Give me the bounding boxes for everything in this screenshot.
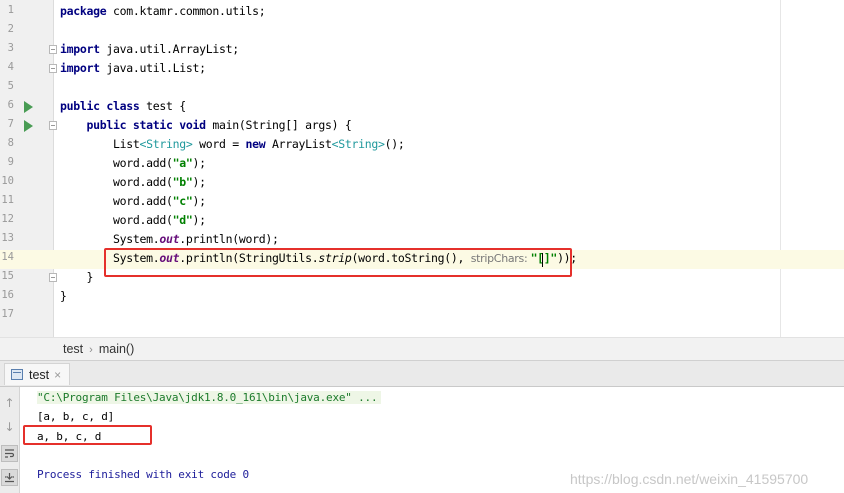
breadcrumb-bar: test › main() <box>0 337 844 361</box>
run-icon[interactable] <box>24 101 33 113</box>
breadcrumb-separator: › <box>89 344 93 356</box>
code-line[interactable]: 16} <box>0 288 844 307</box>
run-icon[interactable] <box>24 120 33 132</box>
code-text: } <box>60 270 94 284</box>
output-highlight-box <box>23 425 152 445</box>
line-number: 4 <box>7 61 14 73</box>
fold-icon[interactable] <box>49 45 57 54</box>
fold-icon[interactable] <box>49 64 57 73</box>
code-line[interactable]: 3 import java.util.ArrayList; <box>0 41 844 60</box>
run-tool-window-header: test × <box>0 361 844 387</box>
code-text: List<String> word = new ArrayList<String… <box>60 137 405 151</box>
line-number: 14 <box>1 251 14 263</box>
line-number: 12 <box>1 213 14 225</box>
code-highlight-box <box>104 248 572 277</box>
breadcrumb-item-method[interactable]: main() <box>99 342 134 356</box>
code-line[interactable]: 17 <box>0 307 844 326</box>
code-line[interactable]: 10 word.add("b"); <box>0 174 844 193</box>
watermark-text: https://blog.csdn.net/weixin_41595700 <box>570 471 809 487</box>
code-line[interactable]: 6 public class test { <box>0 98 844 117</box>
line-number: 16 <box>1 289 14 301</box>
code-line[interactable]: 5 <box>0 79 844 98</box>
code-text: package com.ktamr.common.utils; <box>60 4 266 18</box>
fold-icon[interactable] <box>49 273 57 282</box>
line-number: 17 <box>1 308 14 320</box>
run-toolbar: ↑ ↓ <box>0 387 20 493</box>
code-text: System.out.println(word); <box>60 232 279 246</box>
code-text: public class test { <box>60 99 186 113</box>
scroll-to-end-glyph <box>5 473 14 483</box>
scroll-to-end-icon[interactable] <box>1 469 18 486</box>
line-number: 9 <box>7 156 14 168</box>
code-line[interactable]: 11 word.add("c"); <box>0 193 844 212</box>
line-number: 1 <box>7 4 14 16</box>
line-number: 8 <box>7 137 14 149</box>
console-output-line: [a, b, c, d] <box>37 410 115 423</box>
run-tab[interactable]: test × <box>4 363 71 385</box>
line-number: 11 <box>1 194 14 206</box>
fold-icon[interactable] <box>49 121 57 130</box>
arrow-up-icon[interactable]: ↑ <box>1 394 18 411</box>
code-text: word.add("a"); <box>60 156 206 170</box>
line-number: 13 <box>1 232 14 244</box>
close-icon[interactable]: × <box>54 368 61 382</box>
code-text: word.add("b"); <box>60 175 206 189</box>
code-line[interactable]: 9 word.add("a"); <box>0 155 844 174</box>
code-text: word.add("d"); <box>60 213 206 227</box>
line-number: 3 <box>7 42 14 54</box>
console-icon <box>11 369 23 380</box>
line-number: 5 <box>7 80 14 92</box>
code-text: import java.util.ArrayList; <box>60 42 239 56</box>
code-line[interactable]: 4 import java.util.List; <box>0 60 844 79</box>
code-line[interactable]: 2 <box>0 22 844 41</box>
console-exit-message: Process finished with exit code 0 <box>37 468 249 481</box>
code-text: } <box>60 289 67 303</box>
code-text: import java.util.List; <box>60 61 206 75</box>
text-caret <box>542 253 543 267</box>
code-text: word.add("c"); <box>60 194 206 208</box>
breadcrumb: test › main() <box>63 342 134 356</box>
code-line[interactable]: 8 List<String> word = new ArrayList<Stri… <box>0 136 844 155</box>
code-text: public static void main(String[] args) { <box>86 118 352 132</box>
line-number: 2 <box>7 23 14 35</box>
line-number: 15 <box>1 270 14 282</box>
arrow-down-icon[interactable]: ↓ <box>1 418 18 435</box>
code-line[interactable]: 7 public static void main(String[] args)… <box>0 117 844 136</box>
code-line[interactable]: 12 word.add("d"); <box>0 212 844 231</box>
code-editor[interactable]: 1 package com.ktamr.common.utils; 2 3 import… <box>0 0 844 337</box>
soft-wrap-glyph <box>5 449 15 458</box>
soft-wrap-icon[interactable] <box>1 445 18 462</box>
line-number: 7 <box>7 118 14 130</box>
line-number: 6 <box>7 99 14 111</box>
console-command-line: "C:\Program Files\Java\jdk1.8.0_161\bin\… <box>37 391 382 404</box>
code-line[interactable]: 1 package com.ktamr.common.utils; <box>0 3 844 22</box>
breadcrumb-item-class[interactable]: test <box>63 342 83 356</box>
line-number: 10 <box>1 175 14 187</box>
run-tab-label: test <box>29 367 50 382</box>
